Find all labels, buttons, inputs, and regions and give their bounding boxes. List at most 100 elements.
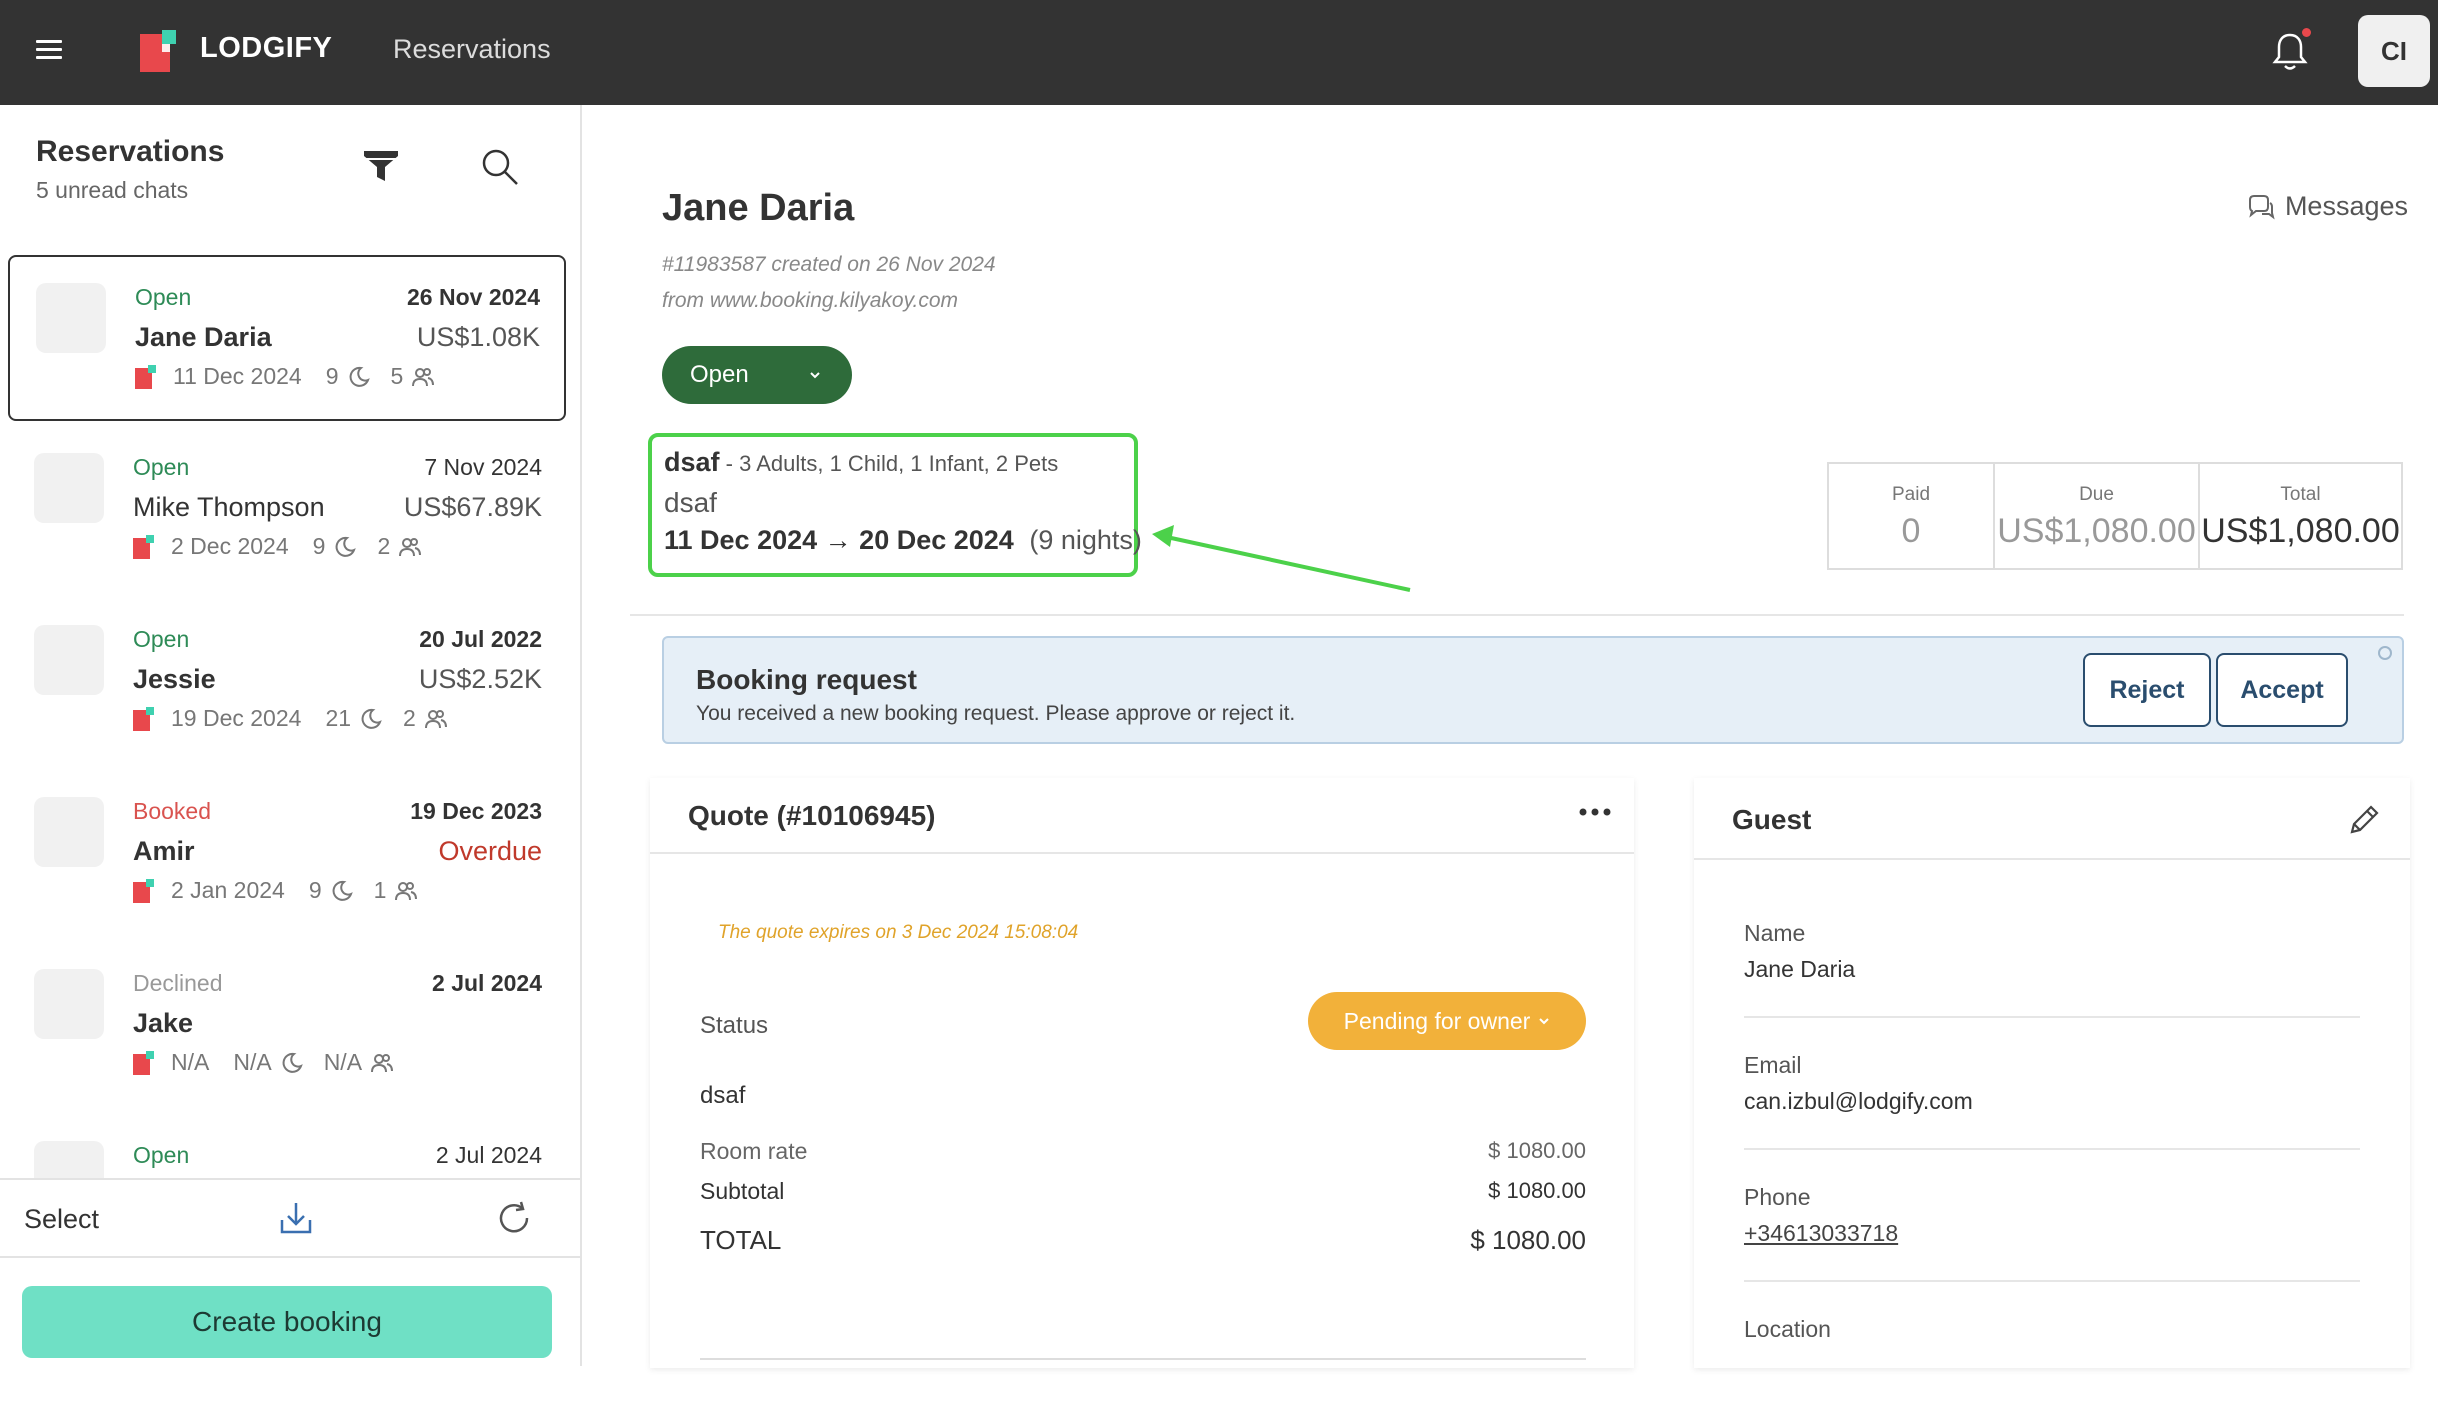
reservation-status: Booked — [133, 798, 212, 824]
edit-pencil-icon[interactable] — [2346, 802, 2382, 838]
reservation-guests: 1 — [373, 877, 387, 903]
hamburger-menu-icon[interactable] — [36, 40, 62, 62]
reservation-thumbnail — [34, 453, 104, 523]
room-rate-row: Room rate $ 1080.00 — [700, 1138, 1586, 1165]
email-value: can.izbul@lodgify.com — [1744, 1088, 1973, 1114]
reservation-status: Open — [133, 626, 190, 652]
lodgify-channel-icon — [133, 534, 154, 559]
reservation-checkin: 2 Dec 2024 — [171, 533, 289, 559]
brand-name[interactable]: LODGIFY — [200, 32, 332, 65]
reservation-date: 2 Jul 2024 — [435, 1142, 542, 1168]
notification-badge — [2302, 28, 2311, 37]
party-size: - 3 Adults, 1 Child, 1 Infant, 2 Pets — [719, 451, 1059, 476]
messages-label: Messages — [2284, 191, 2408, 221]
download-icon[interactable] — [276, 1198, 316, 1238]
section-divider — [630, 614, 2404, 616]
reservation-thumbnail — [34, 1141, 104, 1178]
reservation-card[interactable]: Open 7 Nov 2024 Mike Thompson US$67.89K 2 De… — [8, 427, 566, 593]
filter-icon[interactable] — [362, 147, 400, 185]
reservation-amount: Overdue — [438, 836, 542, 866]
phone-link[interactable]: +34613033718 — [1744, 1220, 1898, 1247]
booking-id-meta: #11983587 created on 26 Nov 2024 — [662, 253, 996, 276]
reservation-list[interactable]: Open 26 Nov 2024 Jane Daria US$1.08K 11 Dec … — [0, 233, 580, 1178]
room-rate-label: Room rate — [700, 1138, 808, 1164]
quote-status-dropdown[interactable]: Pending for owner — [1308, 992, 1586, 1050]
request-description: You received a new booking request. Plea… — [696, 702, 1296, 725]
section-title: Reservations — [393, 34, 551, 64]
select-button[interactable]: Select — [24, 1204, 99, 1235]
total-cell: Total US$1,080.00 — [2200, 464, 2401, 568]
quote-divider — [700, 1358, 1586, 1360]
quote-total-value: $ 1080.00 — [1470, 1225, 1586, 1255]
checkin-date: 11 Dec 2024 — [664, 525, 818, 555]
user-avatar-button[interactable]: CI — [2358, 15, 2430, 87]
reservation-thumbnail — [34, 969, 104, 1039]
total-label: Total — [2280, 484, 2321, 505]
more-options-icon[interactable] — [1578, 806, 1612, 818]
notifications-bell-icon[interactable] — [2272, 30, 2308, 72]
guest-email-field: Email can.izbul@lodgify.com — [1744, 1040, 2360, 1150]
dismiss-icon[interactable] — [2378, 646, 2392, 660]
reservation-status: Open — [133, 454, 190, 480]
payment-summary: Paid 0 Due US$1,080.00 Total US$1,080.00 — [1827, 462, 2403, 570]
lodgify-channel-icon — [133, 878, 154, 903]
reservation-guest-name: Jessie — [133, 664, 216, 694]
guest-phone-field: Phone +34613033718 — [1744, 1172, 2360, 1282]
guests-icon — [412, 367, 435, 386]
reservation-guests: 2 — [377, 533, 391, 559]
accept-button[interactable]: Accept — [2216, 653, 2348, 727]
booking-source: from www.booking.kilyakoy.com — [662, 289, 959, 312]
moon-nights-icon — [332, 880, 353, 901]
lodgify-logo-icon[interactable] — [140, 30, 182, 72]
reservation-checkin: 2 Jan 2024 — [171, 877, 285, 903]
due-label: Due — [2079, 484, 2114, 505]
reservation-status: Open — [135, 284, 192, 310]
reservation-meta: 19 Dec 2024 21 2 — [133, 705, 462, 732]
reservation-card[interactable]: Open 20 Jul 2022 Jessie US$2.52K 19 Dec 2024… — [8, 599, 566, 765]
reservation-guests: 2 — [403, 705, 416, 731]
create-booking-button[interactable]: Create booking — [22, 1286, 552, 1358]
reservation-guest-name: Mike Thompson — [133, 492, 325, 522]
reservation-card[interactable]: Open2 Jul 2024Contact — [8, 1115, 566, 1178]
reservation-status: Open — [133, 1142, 190, 1168]
email-label: Email — [1744, 1052, 1802, 1078]
quote-status-value: Pending for owner — [1343, 1007, 1531, 1034]
booking-status-dropdown[interactable]: Open — [662, 346, 852, 404]
reservations-sidebar: Reservations 5 unread chats Open 26 Nov 2… — [0, 105, 582, 1366]
quote-total-label: TOTAL — [700, 1225, 782, 1255]
status-pill-label: Open — [690, 361, 749, 388]
annotation-arrow-icon — [1152, 525, 1411, 592]
reservation-status: Declined — [133, 970, 223, 996]
refresh-icon[interactable] — [494, 1198, 534, 1238]
chevron-down-icon — [810, 372, 820, 379]
reservation-thumbnail — [36, 283, 106, 353]
reservation-meta: 11 Dec 2024 9 5 — [135, 363, 449, 390]
reject-button[interactable]: Reject — [2083, 653, 2211, 727]
checkout-date: 20 Dec 2024 — [859, 525, 1014, 555]
top-bar: LODGIFY Reservations CI — [0, 0, 2438, 105]
lodgify-channel-icon — [133, 706, 154, 731]
reservation-checkin: 11 Dec 2024 — [173, 363, 302, 389]
moon-nights-icon — [349, 366, 370, 387]
search-icon[interactable] — [480, 147, 520, 187]
reservation-meta: 2 Dec 2024 9 2 — [133, 533, 436, 560]
reservation-nights: 9 — [312, 533, 326, 559]
reservation-date: 7 Nov 2024 — [424, 454, 542, 480]
reservation-checkin: N/A — [171, 1049, 210, 1075]
messages-link[interactable]: Messages — [2245, 191, 2408, 222]
reservation-card[interactable]: Declined 2 Jul 2024 Jake N/A N/A N/A — [8, 943, 566, 1109]
reservation-card[interactable]: Open 26 Nov 2024 Jane Daria US$1.08K 11 Dec … — [8, 255, 566, 421]
total-value: US$1,080.00 — [2201, 512, 2400, 550]
reservation-nights: 9 — [325, 363, 339, 389]
reservation-guest-name: Jake — [133, 1008, 194, 1038]
reservation-guests: 5 — [390, 363, 404, 389]
subtotal-value: $ 1080.00 — [1488, 1178, 1586, 1203]
reservation-nights: 9 — [308, 877, 322, 903]
guest-location-field: Location — [1744, 1304, 2360, 1414]
quote-card: Quote (#10106945) The quote expires on 3… — [650, 778, 1634, 1368]
reservation-meta: 2 Jan 2024 9 1 — [133, 877, 432, 904]
reservation-card[interactable]: Booked 19 Dec 2023 Amir Overdue 2 Jan 2024 9 1 — [8, 771, 566, 937]
booking-summary-highlight: dsaf - 3 Adults, 1 Child, 1 Infant, 2 Pe… — [648, 433, 1142, 577]
location-label: Location — [1744, 1316, 1831, 1342]
due-value: US$1,080.00 — [1997, 512, 2196, 550]
